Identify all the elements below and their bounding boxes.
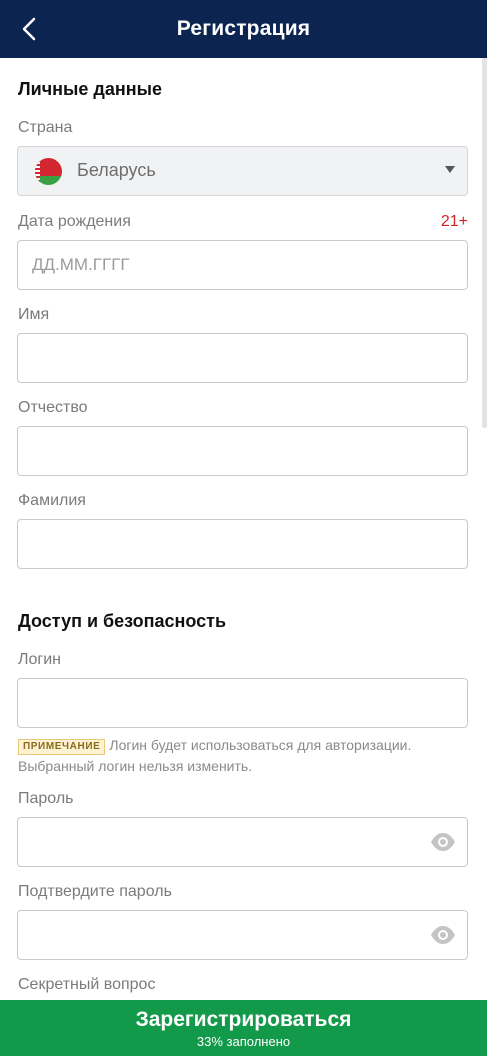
first-name-label: Имя — [18, 306, 50, 323]
section-title-access: Доступ и безопасность — [18, 611, 227, 631]
page-title: Регистрация — [176, 17, 311, 40]
password-label: Пароль — [18, 790, 74, 807]
note-badge: ПРИМЕЧАНИЕ — [18, 739, 106, 755]
back-button[interactable] — [14, 13, 44, 45]
country-value: Беларусь — [77, 160, 156, 180]
patronymic-input[interactable] — [18, 427, 467, 475]
country-label: Страна — [18, 119, 73, 136]
last-name-field[interactable] — [17, 519, 468, 569]
country-select[interactable]: Беларусь — [17, 146, 468, 196]
register-button-label: Зарегистрироваться — [135, 1008, 352, 1031]
register-button[interactable]: Зарегистрироваться 33% заполнено — [0, 1000, 487, 1056]
scrollbar[interactable] — [482, 58, 487, 428]
first-name-input[interactable] — [18, 334, 467, 382]
header: Регистрация — [0, 0, 487, 58]
patronymic-label: Отчество — [18, 399, 88, 416]
patronymic-field[interactable] — [17, 426, 468, 476]
first-name-field[interactable] — [17, 333, 468, 383]
last-name-input[interactable] — [18, 520, 467, 568]
password-field[interactable] — [17, 817, 468, 867]
confirm-password-label: Подтвердите пароль — [18, 883, 172, 900]
login-input[interactable] — [18, 679, 467, 727]
dropdown-caret-icon — [445, 166, 455, 173]
progress-text: 33% заполнено — [196, 1034, 291, 1049]
login-field[interactable] — [17, 678, 468, 728]
password-input[interactable] — [18, 818, 467, 866]
login-note: ПРИМЕЧАНИЕ Логин будет использоваться для… — [18, 735, 468, 777]
birthdate-input[interactable] — [18, 241, 467, 289]
confirm-password-field[interactable] — [17, 910, 468, 960]
back-arrow-icon — [22, 17, 36, 41]
age-restriction-badge: 21+ — [440, 213, 468, 230]
eye-icon[interactable] — [430, 832, 456, 852]
last-name-label: Фамилия — [18, 492, 86, 509]
birthdate-label: Дата рождения — [18, 213, 131, 230]
confirm-password-input[interactable] — [18, 911, 467, 959]
belarus-flag-icon — [35, 158, 62, 185]
eye-icon[interactable] — [430, 925, 456, 945]
section-title-personal: Личные данные — [18, 79, 162, 99]
secret-question-label: Секретный вопрос — [18, 976, 156, 993]
login-label: Логин — [18, 651, 62, 668]
birthdate-field[interactable] — [17, 240, 468, 290]
